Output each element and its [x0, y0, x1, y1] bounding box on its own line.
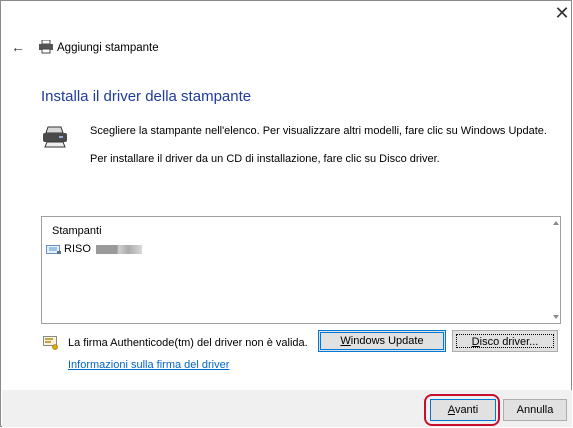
instruction-text-1: Scegliere la stampante nell'elenco. Per …: [90, 125, 547, 137]
printer-icon: [39, 40, 53, 54]
scroll-down-icon[interactable]: [553, 315, 559, 319]
printer-name: RISO: [64, 243, 91, 255]
windows-update-button[interactable]: Windows Update: [318, 330, 446, 352]
printer-listbox[interactable]: Stampanti RISO: [41, 216, 561, 324]
back-button[interactable]: ←: [11, 39, 25, 55]
printer-icon: [43, 126, 67, 148]
focus-rectangle: Disco driver...: [456, 334, 554, 348]
printer-list-header: Stampanti: [52, 225, 102, 237]
back-arrow-icon: ←: [11, 39, 25, 55]
page-heading: Installa il driver della stampante: [41, 88, 252, 105]
printer-icon: [46, 245, 61, 254]
add-printer-window: ✕ ← Aggiungi stampante Installa il drive…: [0, 0, 572, 427]
scroll-up-icon[interactable]: [553, 221, 559, 225]
listbox-scrollbar[interactable]: [552, 217, 560, 323]
window-title: Aggiungi stampante: [57, 42, 159, 54]
warning-icon: [43, 336, 58, 350]
close-button[interactable]: ✕: [551, 3, 573, 23]
next-button-highlight: [424, 394, 500, 426]
driver-signature-info-link[interactable]: Informazioni sulla firma del driver: [68, 359, 229, 371]
disk-driver-button[interactable]: Disco driver...: [452, 330, 558, 352]
signature-warning-text: La firma Authenticode(tm) del driver non…: [68, 337, 308, 349]
instruction-text-2: Per installare il driver da un CD di ins…: [90, 153, 440, 165]
cancel-button[interactable]: Annulla: [503, 399, 567, 421]
list-item[interactable]: RISO: [46, 243, 142, 255]
redacted-model-name: [95, 244, 142, 254]
windows-update-label: Windows Update: [340, 335, 424, 347]
